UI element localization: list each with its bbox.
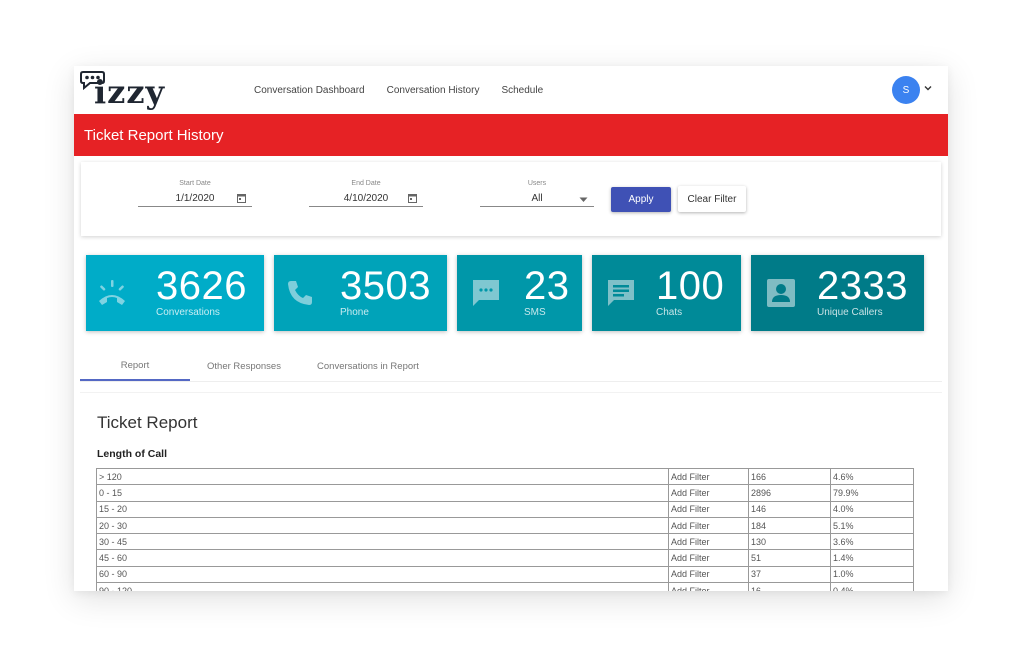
- stat-value: 3626: [156, 264, 247, 308]
- table-row: 15 - 20 Add Filter 146 4.0%: [96, 500, 914, 518]
- nav-schedule[interactable]: Schedule: [501, 85, 543, 96]
- filter-panel: Start Date 1/1/2020 End Date 4/10/2020 U…: [81, 162, 941, 236]
- report-title: Ticket Report: [97, 413, 198, 432]
- ringing-phone-icon: [99, 280, 125, 305]
- end-date-value: 4/10/2020: [343, 192, 389, 204]
- count-cell: 184: [748, 516, 831, 535]
- start-date-input[interactable]: 1/1/2020: [138, 190, 252, 207]
- nav-conversation-dashboard[interactable]: Conversation Dashboard: [254, 85, 365, 96]
- percent-cell: 4.0%: [830, 500, 914, 518]
- add-filter-link[interactable]: Add Filter: [668, 565, 749, 584]
- table-row: 45 - 60 Add Filter 51 1.4%: [96, 549, 914, 567]
- sms-icon: [473, 280, 499, 306]
- tab-report[interactable]: Report: [80, 352, 190, 381]
- stat-value: 2333: [817, 264, 908, 308]
- logo-text: izzy: [94, 73, 166, 111]
- stat-label: Conversations: [156, 307, 220, 318]
- page-title: Ticket Report History: [84, 126, 224, 144]
- start-date-field: Start Date 1/1/2020: [138, 180, 252, 207]
- end-date-input[interactable]: 4/10/2020: [309, 190, 423, 207]
- stat-label: Phone: [340, 307, 369, 318]
- start-date-value: 1/1/2020: [175, 192, 215, 204]
- phone-icon: [288, 281, 312, 305]
- range-cell: 60 - 90: [96, 565, 669, 584]
- percent-cell: 79.9%: [830, 484, 914, 502]
- add-filter-link[interactable]: Add Filter: [668, 549, 749, 567]
- table-row: 0 - 15 Add Filter 2896 79.9%: [96, 484, 914, 502]
- count-cell: 37: [748, 565, 831, 584]
- clear-filter-button[interactable]: Clear Filter: [678, 186, 746, 212]
- stat-card-chats: 100 Chats: [592, 255, 741, 331]
- calendar-icon[interactable]: [237, 193, 246, 203]
- section-title: Length of Call: [97, 448, 167, 460]
- contact-icon: [767, 279, 795, 307]
- users-select-field: Users All: [480, 180, 594, 207]
- user-avatar[interactable]: S: [892, 76, 920, 104]
- app-window: izzy Conversation Dashboard Conversation…: [74, 66, 948, 591]
- stat-label: Chats: [656, 307, 683, 318]
- stat-card-phone: 3503 Phone: [274, 255, 447, 331]
- users-select[interactable]: All: [480, 190, 594, 207]
- count-cell: 2896: [748, 484, 831, 502]
- count-cell: 166: [748, 467, 831, 486]
- add-filter-link[interactable]: Add Filter: [668, 533, 749, 551]
- percent-cell: 4.6%: [830, 467, 914, 486]
- stat-card-conversations: 3626 Conversations: [86, 255, 264, 331]
- end-date-field: End Date 4/10/2020: [309, 180, 423, 207]
- table-row: 20 - 30 Add Filter 184 5.1%: [96, 516, 914, 535]
- users-label: Users: [527, 180, 547, 187]
- stat-label: Unique Callers: [817, 307, 883, 318]
- add-filter-link[interactable]: Add Filter: [668, 516, 749, 535]
- percent-cell: 1.4%: [830, 549, 914, 567]
- percent-cell: 1.0%: [830, 565, 914, 584]
- add-filter-link[interactable]: Add Filter: [668, 467, 749, 486]
- table-row: 30 - 45 Add Filter 130 3.6%: [96, 533, 914, 551]
- count-cell: 130: [748, 533, 831, 551]
- range-cell: 15 - 20: [96, 500, 669, 518]
- chevron-down-icon[interactable]: [923, 83, 933, 93]
- stat-label: SMS: [524, 307, 546, 318]
- report-tabs: Report Other Responses Conversations in …: [80, 352, 942, 382]
- range-cell: 30 - 45: [96, 533, 669, 551]
- chat-icon: [608, 280, 634, 306]
- range-cell: > 120: [96, 467, 669, 486]
- nav-conversation-history[interactable]: Conversation History: [387, 85, 480, 96]
- tab-conversations-in-report[interactable]: Conversations in Report: [306, 352, 430, 381]
- count-cell: 16: [748, 582, 831, 591]
- range-cell: 90 - 120: [96, 582, 669, 591]
- percent-cell: 0.4%: [830, 582, 914, 591]
- stat-card-unique-callers: 2333 Unique Callers: [751, 255, 924, 331]
- table-row: 60 - 90 Add Filter 37 1.0%: [96, 565, 914, 584]
- end-date-label: End Date: [351, 180, 381, 187]
- stat-value: 100: [656, 264, 725, 308]
- add-filter-link[interactable]: Add Filter: [668, 582, 749, 591]
- range-cell: 0 - 15: [96, 484, 669, 502]
- stat-value: 3503: [340, 264, 431, 308]
- page-title-bar: Ticket Report History: [74, 114, 948, 156]
- count-cell: 146: [748, 500, 831, 518]
- add-filter-link[interactable]: Add Filter: [668, 500, 749, 518]
- apply-button[interactable]: Apply: [611, 187, 671, 212]
- stat-card-sms: 23 SMS: [457, 255, 582, 331]
- start-date-label: Start Date: [179, 180, 211, 187]
- top-navbar: izzy Conversation Dashboard Conversation…: [74, 66, 948, 114]
- add-filter-link[interactable]: Add Filter: [668, 484, 749, 502]
- table-row: > 120 Add Filter 166 4.6%: [96, 467, 914, 486]
- count-cell: 51: [748, 549, 831, 567]
- range-cell: 45 - 60: [96, 549, 669, 567]
- length-of-call-table: > 120 Add Filter 166 4.6% 0 - 15 Add Filter 28…: [96, 467, 914, 591]
- percent-cell: 5.1%: [830, 516, 914, 535]
- percent-cell: 3.6%: [830, 533, 914, 551]
- table-row: 90 - 120 Add Filter 16 0.4%: [96, 582, 914, 591]
- dropdown-arrow-icon[interactable]: [579, 195, 588, 205]
- divider: [80, 392, 942, 393]
- tab-other-responses[interactable]: Other Responses: [196, 352, 292, 381]
- calendar-icon[interactable]: [408, 193, 417, 203]
- users-value: All: [531, 192, 543, 204]
- main-nav: Conversation Dashboard Conversation Hist…: [254, 66, 543, 114]
- range-cell: 20 - 30: [96, 516, 669, 535]
- stat-value: 23: [524, 264, 570, 308]
